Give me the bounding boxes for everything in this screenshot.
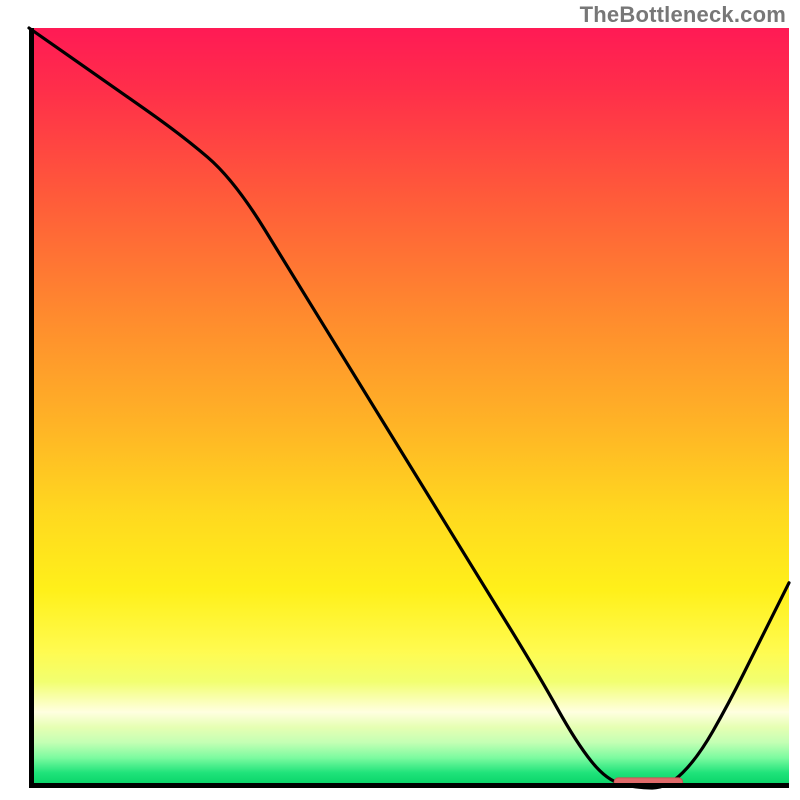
watermark-text: TheBottleneck.com (580, 2, 786, 28)
axis-frame (29, 28, 789, 788)
chart-container (29, 28, 789, 788)
